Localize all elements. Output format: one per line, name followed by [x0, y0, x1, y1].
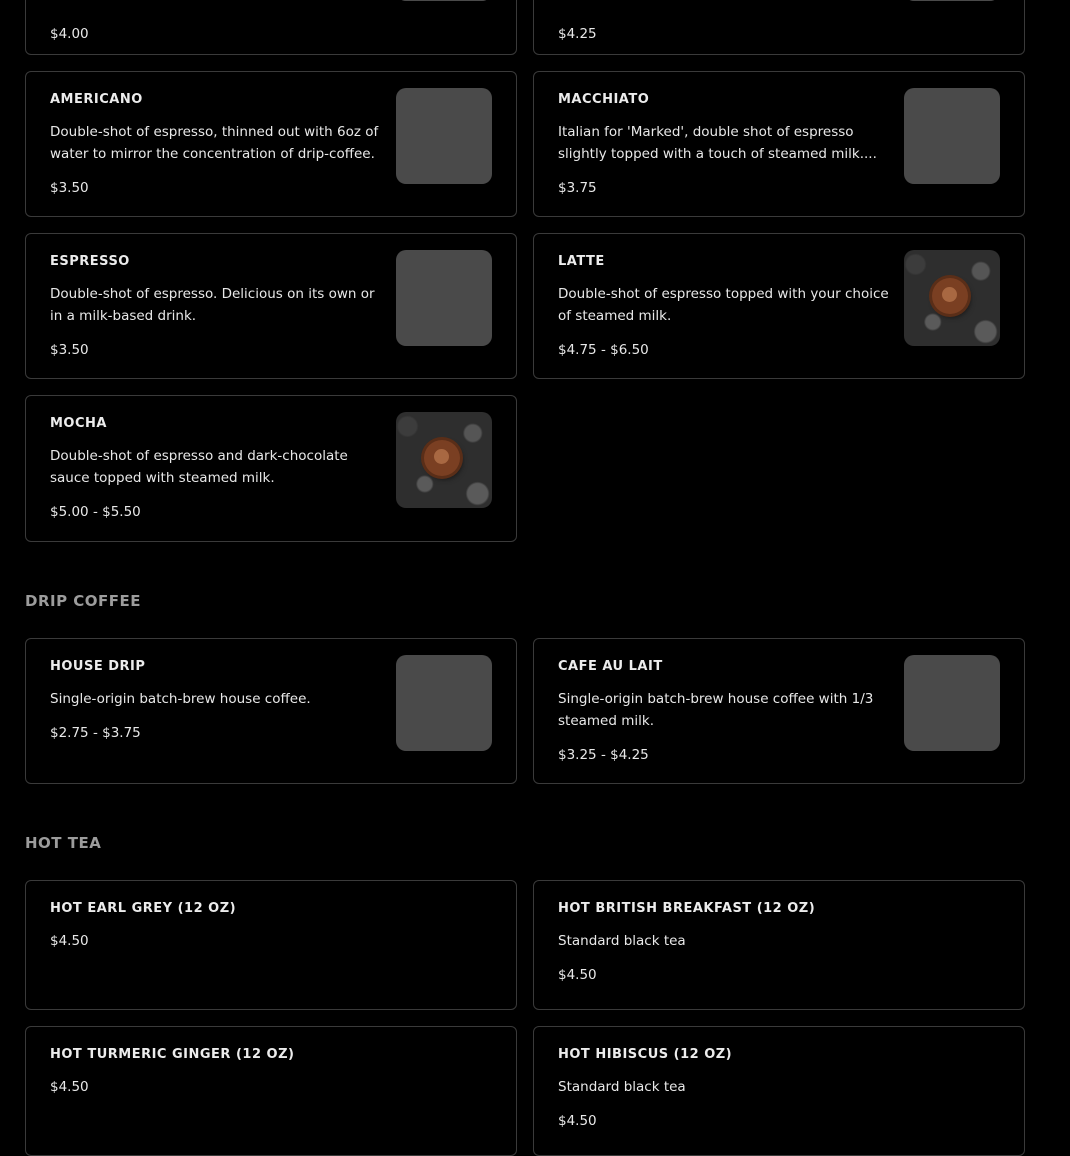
item-price: $4.00 — [50, 26, 89, 42]
menu-item-card-partial[interactable]: $4.25 — [533, 0, 1025, 55]
item-price: $4.50 — [50, 933, 89, 949]
item-image-placeholder — [396, 0, 492, 1]
menu-item-card-macchiato[interactable]: Macchiato Italian for 'Marked', double s… — [533, 71, 1025, 217]
item-price: $5.00 - $5.50 — [50, 504, 141, 520]
menu-item-card-latte[interactable]: Latte Double-shot of espresso topped wit… — [533, 233, 1025, 379]
item-price: $4.50 — [50, 1079, 89, 1095]
item-image-placeholder — [904, 0, 1000, 1]
section-title-drip-coffee: Drip Coffee — [25, 592, 142, 610]
menu-item-card-mocha[interactable]: Mocha Double-shot of espresso and dark-c… — [25, 395, 517, 542]
item-price: $3.75 — [558, 180, 597, 196]
item-image-placeholder — [396, 250, 492, 346]
item-image-placeholder — [904, 655, 1000, 751]
menu-item-card-espresso[interactable]: Espresso Double-shot of espresso. Delici… — [25, 233, 517, 379]
item-name: Espresso — [50, 254, 130, 269]
coffee-cup-icon — [932, 278, 968, 314]
item-name: Hot Turmeric Ginger (12 oz) — [50, 1047, 295, 1062]
item-description: Double-shot of espresso. Delicious on it… — [50, 286, 375, 324]
item-description: Standard black tea — [558, 1079, 686, 1095]
item-description: Single-origin batch-brew house coffee wi… — [558, 691, 874, 729]
item-image-placeholder — [904, 88, 1000, 184]
menu-item-card-hot-british-breakfast[interactable]: Hot British Breakfast (12 oz) Standard b… — [533, 880, 1025, 1010]
menu-item-card-hot-turmeric-ginger[interactable]: Hot Turmeric Ginger (12 oz) $4.50 — [25, 1026, 517, 1156]
mocha-photo-image — [396, 412, 492, 508]
item-description: Single-origin batch-brew house coffee. — [50, 691, 311, 707]
item-name: Americano — [50, 92, 143, 107]
item-image-placeholder — [396, 655, 492, 751]
item-price: $3.50 — [50, 180, 89, 196]
item-name: Hot British Breakfast (12 oz) — [558, 901, 816, 916]
item-description: Double-shot of espresso topped with your… — [558, 286, 889, 324]
item-name: Hot Hibiscus (12 oz) — [558, 1047, 733, 1062]
coffee-cup-icon — [424, 440, 460, 476]
menu-item-card-house-drip[interactable]: House Drip Single-origin batch-brew hous… — [25, 638, 517, 784]
item-price: $4.50 — [558, 967, 597, 983]
item-price: $3.50 — [50, 342, 89, 358]
menu-item-card-hot-hibiscus[interactable]: Hot Hibiscus (12 oz) Standard black tea … — [533, 1026, 1025, 1156]
menu-item-card-partial[interactable]: $4.00 — [25, 0, 517, 55]
latte-photo-image — [904, 250, 1000, 346]
item-description: Italian for 'Marked', double shot of esp… — [558, 124, 877, 162]
item-name: House Drip — [50, 659, 146, 674]
item-price: $4.50 — [558, 1113, 597, 1129]
menu-item-card-hot-earl-grey[interactable]: Hot Earl Grey (12 oz) $4.50 — [25, 880, 517, 1010]
item-image-placeholder — [396, 88, 492, 184]
item-price: $3.25 - $4.25 — [558, 747, 649, 763]
item-name: Cafe Au Lait — [558, 659, 663, 674]
item-price: $4.25 — [558, 26, 597, 42]
menu-item-card-americano[interactable]: Americano Double-shot of espresso, thinn… — [25, 71, 517, 217]
item-price: $2.75 - $3.75 — [50, 725, 141, 741]
section-title-hot-tea: Hot Tea — [25, 834, 102, 852]
item-name: Latte — [558, 254, 605, 269]
item-price: $4.75 - $6.50 — [558, 342, 649, 358]
item-name: Hot Earl Grey (12 oz) — [50, 901, 237, 916]
item-description: Double-shot of espresso, thinned out wit… — [50, 124, 379, 162]
item-description: Standard black tea — [558, 933, 686, 949]
item-description: Double-shot of espresso and dark-chocola… — [50, 448, 348, 486]
item-name: Macchiato — [558, 92, 650, 107]
menu-item-card-cafe-au-lait[interactable]: Cafe Au Lait Single-origin batch-brew ho… — [533, 638, 1025, 784]
item-name: Mocha — [50, 416, 107, 431]
